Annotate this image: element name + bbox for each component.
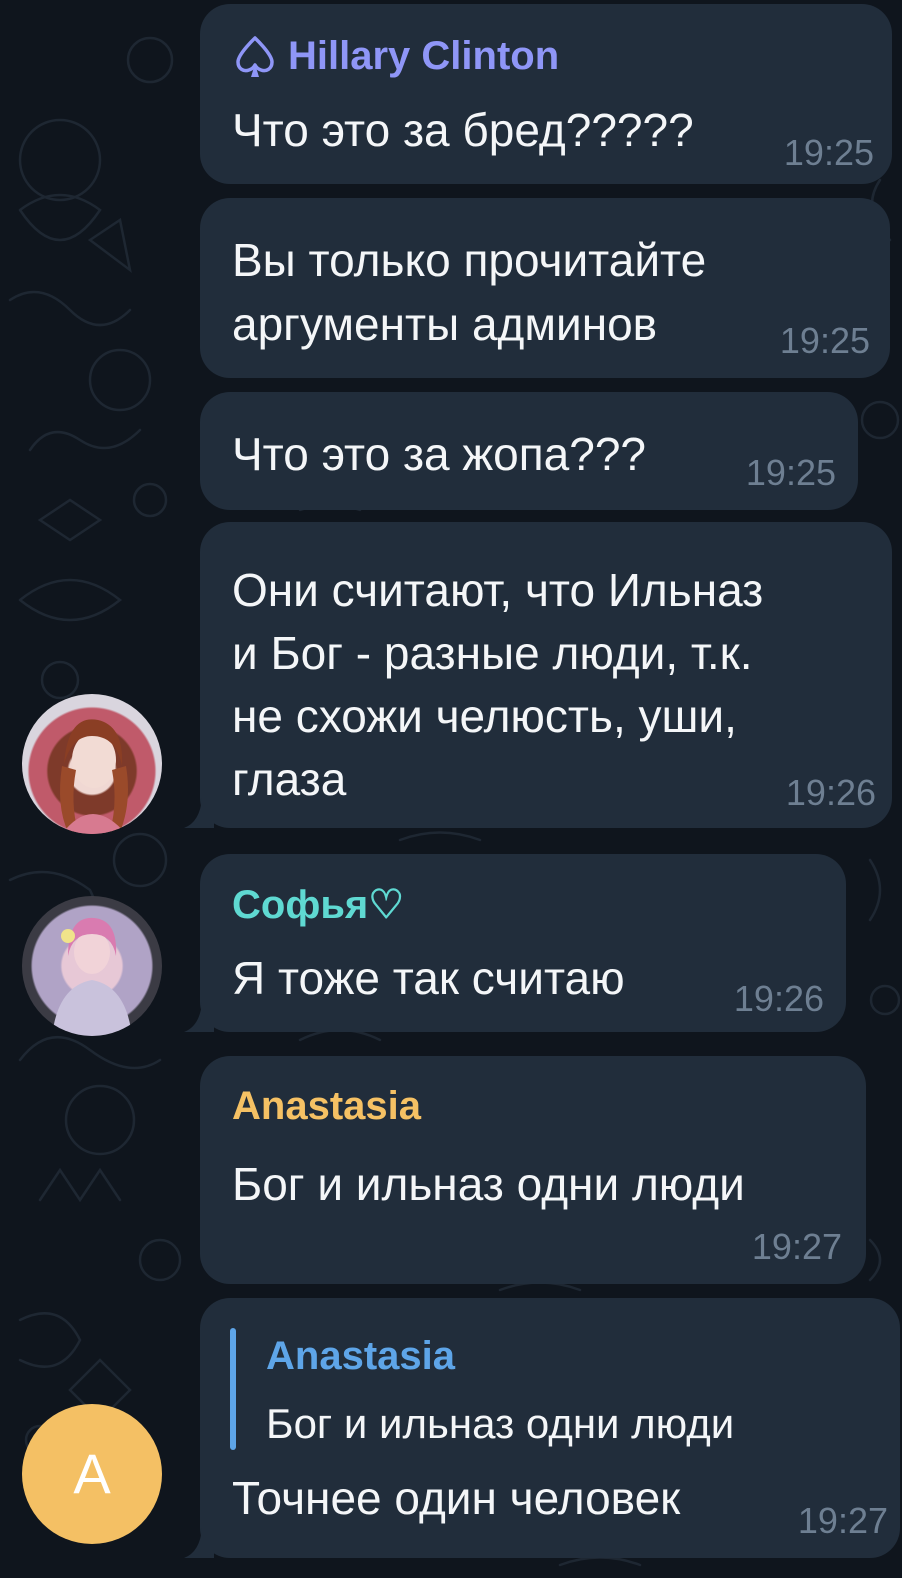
message-time: 19:26 <box>785 772 876 813</box>
message-text: Бог и ильназ одни люди <box>232 1158 745 1210</box>
message-text: Что это за жопа??? <box>232 428 646 480</box>
message-time: 19:25 <box>745 452 836 493</box>
message-text-line: не схожи челюсть, уши, <box>232 690 737 742</box>
message-bubble[interactable]: Hillary Clinton Что это за бред????? 19:… <box>200 4 892 184</box>
bubble-tail <box>184 1528 214 1558</box>
reply-preview[interactable]: Anastasia Бог и ильназ одни люди <box>230 1328 830 1450</box>
message-bubble[interactable]: Что это за жопа??? 19:25 <box>200 392 858 510</box>
spade-icon <box>234 34 276 80</box>
user-avatar[interactable] <box>22 694 162 834</box>
message-bubble[interactable]: Они считают, что Ильназ и Бог - разные л… <box>200 522 892 828</box>
reply-accent-bar <box>230 1328 236 1450</box>
sender-name[interactable]: Софья♡ <box>232 882 404 928</box>
message-time: 19:25 <box>783 132 874 173</box>
bubble-tail <box>184 1002 214 1032</box>
message-text: Я тоже так считаю <box>232 952 625 1004</box>
user-avatar[interactable] <box>22 896 162 1036</box>
message-bubble[interactable]: Софья♡ Я тоже так считаю 19:26 <box>200 854 846 1032</box>
sender-name[interactable]: Anastasia <box>232 1084 421 1129</box>
message-time: 19:26 <box>733 978 824 1019</box>
avatar-letter: A <box>73 1442 111 1505</box>
message-text-line: аргументы админов <box>232 298 658 350</box>
reply-text: Бог и ильназ одни люди <box>266 1400 735 1447</box>
sender-name[interactable]: Hillary Clinton <box>288 34 559 79</box>
message-text-line: и Бог - разные люди, т.к. <box>232 627 753 679</box>
message-text-line: Они считают, что Ильназ <box>232 564 764 616</box>
message-text: Что это за бред????? <box>232 104 694 156</box>
message-text-line: глаза <box>232 753 347 805</box>
reply-sender-name: Anastasia <box>266 1334 455 1378</box>
message-time: 19:27 <box>751 1226 842 1267</box>
message-time: 19:25 <box>779 320 870 361</box>
message-bubble[interactable]: Вы только прочитайте аргументы админов 1… <box>200 198 890 378</box>
message-text: Точнее один человек <box>232 1472 681 1524</box>
user-avatar-letter[interactable]: A <box>22 1404 162 1544</box>
message-text-line: Вы только прочитайте <box>232 234 707 286</box>
bubble-tail <box>184 798 214 828</box>
message-time: 19:27 <box>797 1500 888 1541</box>
message-bubble[interactable]: Anastasia Бог и ильназ одни люди 19:27 <box>200 1056 866 1284</box>
message-bubble[interactable]: Anastasia Бог и ильназ одни люди Точнее … <box>200 1298 900 1558</box>
